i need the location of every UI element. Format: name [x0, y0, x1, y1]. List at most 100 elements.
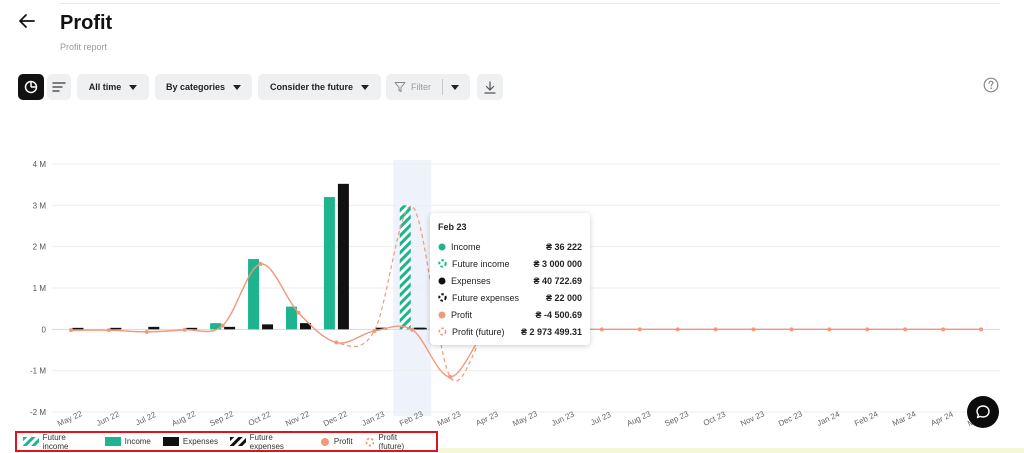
- legend-label: Expenses: [182, 437, 219, 446]
- grouping-dropdown[interactable]: By categories: [155, 74, 252, 100]
- income-bar: [323, 197, 335, 330]
- chart-view-button[interactable]: [18, 74, 44, 100]
- profit-point: [220, 323, 225, 328]
- tooltip-row-future-income: Future income ₴ 3 000 000: [438, 255, 582, 272]
- legend-item-income[interactable]: Income: [104, 437, 151, 446]
- dot-icon: [320, 437, 329, 446]
- expense-bar: [148, 326, 160, 330]
- download-button[interactable]: [477, 74, 503, 100]
- dot-icon: [438, 277, 446, 284]
- tooltip-name: Expenses: [451, 275, 491, 286]
- profit-point: [979, 327, 984, 332]
- chevron-down-icon[interactable]: [451, 85, 459, 90]
- profit-point: [106, 328, 111, 333]
- expense-bar: [110, 327, 122, 330]
- profit-point: [599, 327, 604, 332]
- tooltip-value: ₴ 36 222: [545, 241, 582, 252]
- filter-divider: [442, 79, 443, 95]
- tooltip-row-future-expenses: Future expenses ₴ 22 000: [438, 289, 582, 306]
- tooltip-name: Profit (future): [452, 326, 505, 337]
- tooltip-name: Future expenses: [452, 292, 520, 303]
- expense-bar: [337, 183, 349, 330]
- period-dropdown[interactable]: All time: [77, 74, 149, 100]
- page-bottom-band: [440, 448, 1024, 453]
- tooltip-row-profit: Profit ₴ -4 500.69: [438, 306, 582, 323]
- dot-icon: [438, 243, 446, 250]
- profit-point: [903, 327, 908, 332]
- chat-button[interactable]: [967, 396, 999, 428]
- profit-point: [751, 327, 756, 332]
- dashed-ring-icon: [365, 437, 374, 446]
- chat-bubble-icon: [976, 405, 990, 419]
- chevron-down-icon: [233, 84, 242, 90]
- swatch-icon: [162, 437, 179, 446]
- profit-point: [789, 327, 794, 332]
- y-tick-label: 4 M: [33, 160, 47, 169]
- profit-point: [713, 327, 718, 332]
- filter-label: Filter: [411, 82, 431, 92]
- legend-item-expenses[interactable]: Expenses: [162, 437, 219, 446]
- legend-item-profit-future[interactable]: Profit (future): [365, 433, 424, 451]
- tooltip-row-expenses: Expenses ₴ 40 722.69: [438, 272, 582, 289]
- tooltip-title: Feb 23: [438, 222, 467, 232]
- period-label: All time: [88, 82, 122, 92]
- profit-point: [448, 374, 453, 379]
- future-income-bar: [399, 205, 411, 330]
- y-tick-label: 3 M: [33, 201, 47, 210]
- y-tick-label: 0: [42, 325, 47, 334]
- legend-label: Future expenses: [249, 432, 284, 451]
- question-icon[interactable]: [983, 77, 999, 93]
- grouping-label: By categories: [165, 82, 226, 92]
- legend-label: Income: [124, 437, 151, 446]
- tooltip-name: Profit: [451, 309, 473, 320]
- chevron-down-icon: [129, 84, 138, 90]
- y-tick-label: 2 M: [33, 243, 47, 252]
- dashed-ring-icon: [438, 327, 447, 336]
- tooltip-name: Future income: [452, 258, 510, 269]
- x-tick-label: Jul 22: [134, 410, 158, 427]
- page-title: Profit: [60, 12, 113, 34]
- download-icon: [484, 80, 496, 94]
- profit-point: [144, 329, 149, 334]
- tooltip-value: ₴ 3 000 000: [533, 258, 582, 269]
- x-tick-label: Jul 23: [589, 410, 613, 427]
- expense-bar: [72, 327, 84, 330]
- legend-item-future-income[interactable]: Future income: [23, 433, 93, 451]
- profit-point: [182, 327, 187, 332]
- profit-point: [941, 327, 946, 332]
- header-divider: [60, 3, 1000, 4]
- legend-label: Future income: [42, 432, 69, 451]
- expense-bar: [262, 324, 274, 330]
- profit-point: [410, 327, 415, 332]
- page-subtitle: Profit report: [60, 42, 108, 52]
- chart-legend: Future income Income Expenses Future exp…: [15, 431, 438, 452]
- profit-point: [68, 328, 73, 333]
- pie-chart-icon: [24, 80, 38, 94]
- tooltip-name: Income: [451, 241, 481, 252]
- hatched-swatch-icon: [230, 437, 246, 446]
- legend-item-future-expenses[interactable]: Future expenses: [230, 433, 308, 451]
- list-view-button[interactable]: [47, 74, 71, 100]
- profit-point: [296, 310, 301, 315]
- tooltip-row-profit-future: Profit (future) ₴ 2 973 499.31: [438, 323, 582, 340]
- tooltip-value: ₴ 40 722.69: [533, 275, 582, 286]
- back-arrow-icon[interactable]: [16, 10, 38, 32]
- legend-label: Profit (future): [378, 432, 405, 451]
- expense-bar: [224, 326, 236, 330]
- y-tick-label: 1 M: [33, 284, 47, 293]
- filter-button[interactable]: Filter: [386, 74, 470, 100]
- chart-tooltip: Feb 23 Income ₴ 36 222 Future income ₴ 3…: [430, 213, 590, 345]
- chevron-down-icon: [361, 84, 369, 90]
- dot-icon: [438, 311, 446, 318]
- toolbar: All time By categories Consider the futu…: [18, 74, 1008, 100]
- profit-point: [637, 327, 642, 332]
- list-icon: [52, 82, 66, 92]
- legend-item-profit[interactable]: Profit: [320, 437, 353, 447]
- hatched-swatch-icon: [23, 437, 39, 446]
- tooltip-value: ₴ 2 973 499.31: [520, 326, 582, 337]
- profit-point: [827, 327, 832, 332]
- y-tick-label: -2 M: [30, 408, 46, 417]
- profit-point: [258, 262, 263, 267]
- tooltip-value: ₴ 22 000: [545, 292, 582, 303]
- future-dropdown[interactable]: Consider the future: [258, 74, 381, 100]
